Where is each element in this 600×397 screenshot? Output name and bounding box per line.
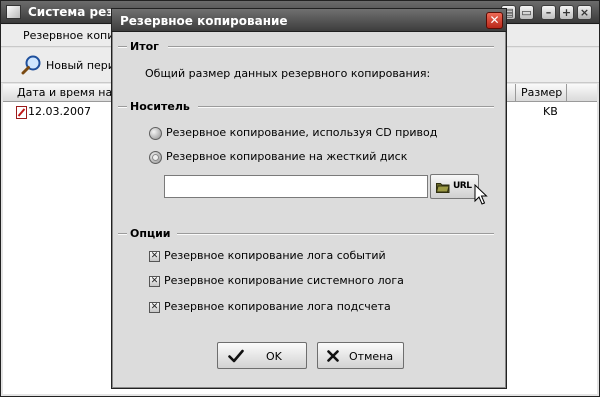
checkbox-event-log-label[interactable]: Резервное копирование лога событий (164, 249, 386, 262)
checkbox-count-log-label[interactable]: Резервное копирование лога подсчета (164, 300, 391, 313)
backup-path-input[interactable] (164, 175, 428, 198)
folder-icon (436, 183, 450, 193)
radio-hard-disk[interactable] (149, 151, 162, 164)
url-browse-button[interactable]: URL (430, 174, 479, 199)
checkbox-system-log[interactable]: ✕ (149, 276, 160, 287)
column-header-date[interactable]: Дата и время на... (17, 86, 123, 99)
column-separator[interactable] (566, 84, 567, 102)
checkbox-count-log[interactable]: ✕ (149, 302, 160, 313)
dialog-titlebar[interactable]: Резервное копирование ✕ (112, 9, 506, 32)
dialog-title: Резервное копирование (120, 14, 288, 28)
section-divider (118, 46, 127, 48)
minimize-button[interactable]: – (541, 5, 556, 20)
column-separator[interactable] (515, 84, 516, 102)
section-title-media: Носитель (130, 100, 190, 113)
mouse-cursor-icon (474, 184, 488, 205)
close-window-button[interactable]: × (577, 5, 592, 20)
column-header-size[interactable]: Размер (521, 86, 562, 99)
row-date: 12.03.2007 (28, 105, 91, 118)
radio-hard-disk-label[interactable]: Резервное копирование на жесткий диск (166, 150, 407, 163)
url-button-label: URL (453, 181, 472, 191)
section-divider (118, 233, 127, 235)
cross-icon (327, 350, 339, 362)
section-title-summary: Итог (130, 40, 159, 53)
checkbox-event-log[interactable]: ✕ (149, 251, 160, 262)
section-divider (168, 46, 494, 48)
summary-text: Общий размер данных резервного копирован… (145, 67, 431, 80)
backup-dialog: Резервное копирование ✕ Итог Общий разме… (111, 8, 507, 389)
checkmark-icon (228, 349, 244, 363)
cancel-button-label: Отмена (349, 350, 394, 363)
section-divider (198, 106, 494, 108)
ok-button[interactable]: OK (217, 342, 307, 369)
restore-icon[interactable]: ▭ (519, 5, 534, 20)
checkbox-system-log-label[interactable]: Резервное копирование системного лога (164, 274, 404, 287)
section-title-options: Опции (130, 227, 171, 240)
maximize-button[interactable]: + (559, 5, 574, 20)
app-window-icon (6, 5, 21, 19)
section-divider (118, 106, 127, 108)
document-icon (16, 106, 27, 119)
section-divider (177, 233, 494, 235)
ok-button-label: OK (266, 350, 282, 363)
radio-cd-drive[interactable] (149, 127, 162, 140)
cancel-button[interactable]: Отмена (317, 342, 404, 369)
row-size: KB (543, 105, 558, 118)
dialog-close-button[interactable]: ✕ (486, 12, 503, 29)
magnifier-icon (21, 55, 41, 75)
radio-cd-drive-label[interactable]: Резервное копирование, используя CD прив… (166, 126, 437, 139)
